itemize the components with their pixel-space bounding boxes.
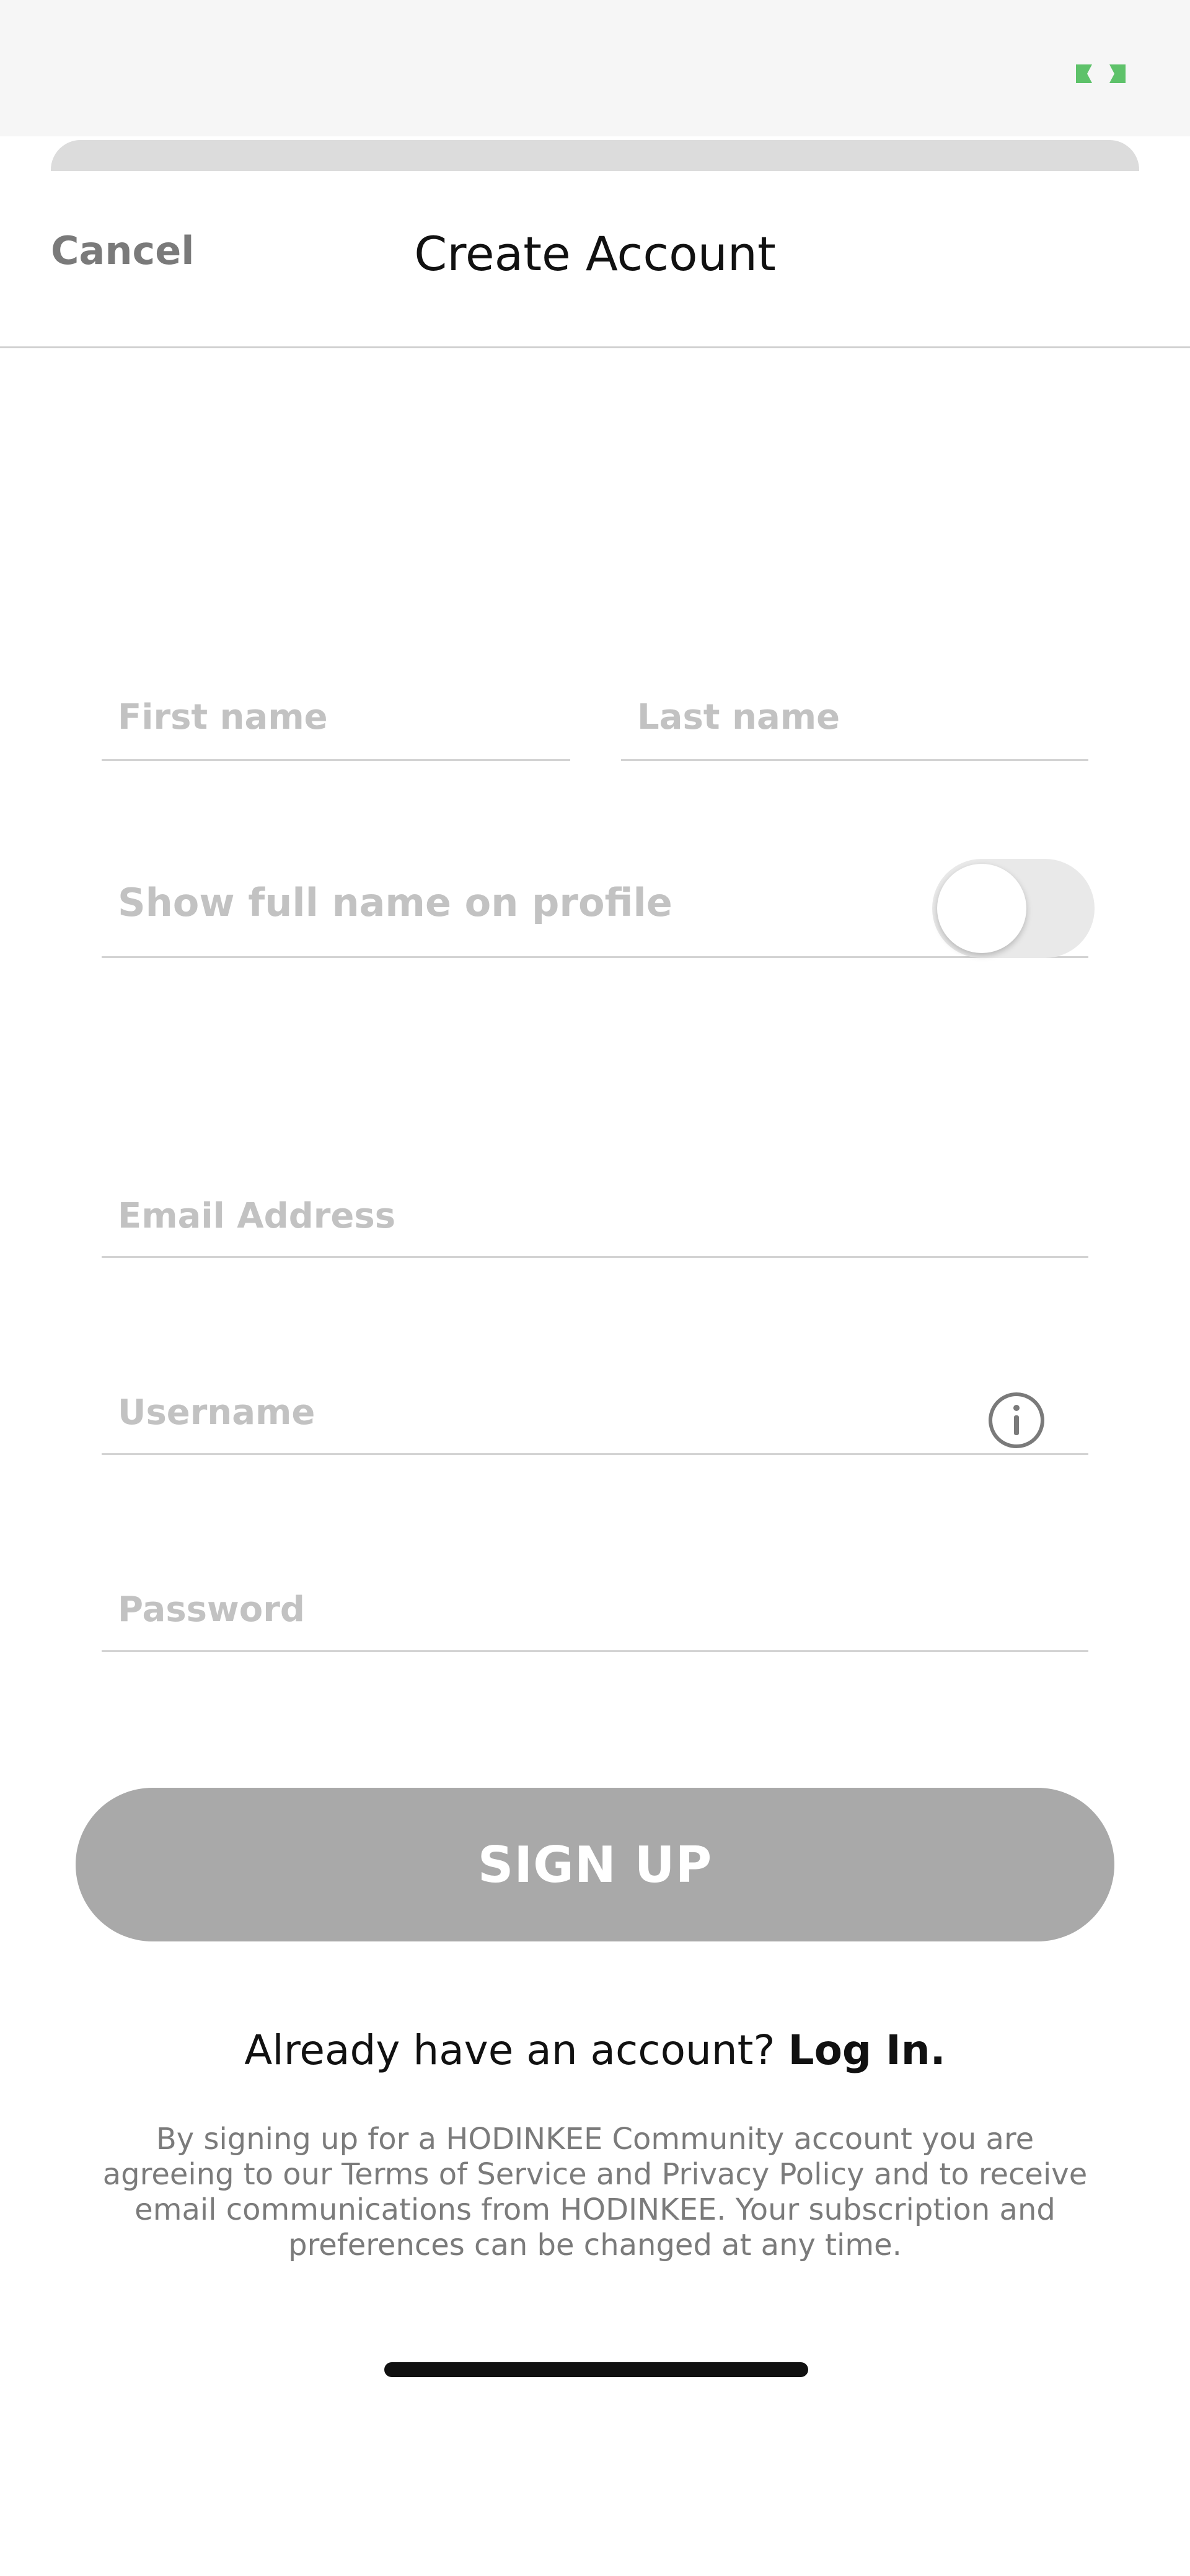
status-bar [0, 0, 1190, 136]
show-full-name-toggle[interactable] [932, 859, 1095, 958]
password-field [102, 1569, 1088, 1652]
show-full-name-row: Show full name on profile [102, 859, 1095, 958]
info-icon[interactable] [987, 1391, 1046, 1450]
first-name-field [102, 675, 570, 761]
nav-bar: Cancel Create Account [0, 171, 1190, 348]
login-prompt-line: Already have an account? Log In. [0, 2030, 1190, 2071]
legal-text: By signing up for a HODINKEE Community a… [102, 2122, 1088, 2262]
last-name-field [621, 675, 1088, 761]
show-full-name-label: Show full name on profile [118, 880, 672, 925]
toggle-knob [937, 864, 1026, 953]
battery-icon [1076, 64, 1126, 83]
last-name-input[interactable] [637, 675, 1072, 759]
sign-up-button[interactable]: SIGN UP [76, 1788, 1114, 1941]
create-account-sheet: Cancel Create Account Show full name on … [0, 171, 1190, 2576]
first-name-input[interactable] [118, 675, 554, 759]
page-title: Create Account [414, 226, 776, 281]
login-prompt-text: Already have an account? [244, 2026, 775, 2074]
home-indicator [384, 2362, 808, 2377]
username-input[interactable] [118, 1372, 985, 1453]
username-field [102, 1372, 1088, 1455]
password-input[interactable] [118, 1569, 1072, 1650]
email-field [102, 1176, 1088, 1258]
login-link[interactable]: Log In. [788, 2026, 946, 2074]
email-input[interactable] [118, 1176, 1072, 1256]
